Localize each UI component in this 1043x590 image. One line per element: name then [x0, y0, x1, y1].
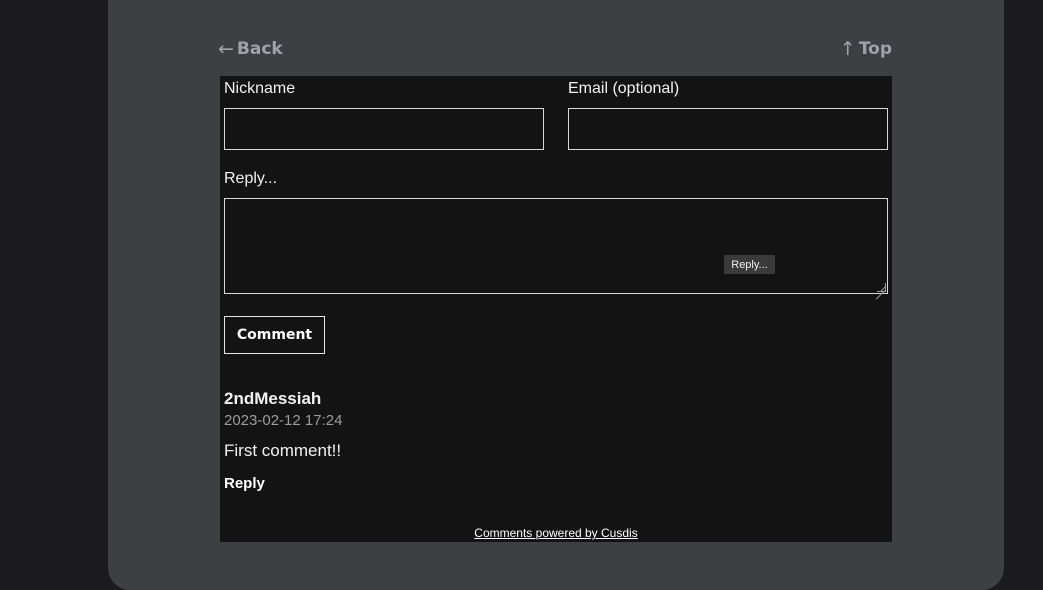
- comment-submit-button[interactable]: Comment: [224, 316, 325, 354]
- article-card: ← Back ↑ Top Nickname Email (optional) R…: [108, 0, 1004, 590]
- powered-by-link[interactable]: Comments powered by Cusdis: [220, 526, 892, 540]
- resize-handle-icon[interactable]: [877, 283, 886, 292]
- comment-author: 2ndMessiah: [224, 389, 322, 408]
- comment-timestamp: 2023-02-12 17:24: [224, 412, 343, 429]
- email-label: Email (optional): [568, 80, 680, 97]
- arrow-up-icon: ↑: [839, 38, 856, 60]
- nickname-label: Nickname: [224, 80, 296, 97]
- comment-body: First comment!!: [224, 441, 342, 460]
- comments-widget: Nickname Email (optional) Reply... Reply…: [220, 76, 892, 542]
- comment-reply-button[interactable]: Reply: [224, 475, 265, 492]
- top-link[interactable]: ↑ Top: [840, 38, 892, 60]
- reply-tooltip: Reply...: [724, 255, 775, 274]
- email-input[interactable]: [568, 108, 888, 150]
- nickname-input[interactable]: [224, 108, 544, 150]
- reply-textarea[interactable]: [224, 198, 888, 294]
- arrow-left-icon: ←: [218, 38, 234, 60]
- back-label: Back: [236, 39, 283, 59]
- top-label: Top: [858, 39, 892, 59]
- reply-label: Reply...: [224, 170, 278, 187]
- back-link[interactable]: ← Back: [218, 38, 283, 60]
